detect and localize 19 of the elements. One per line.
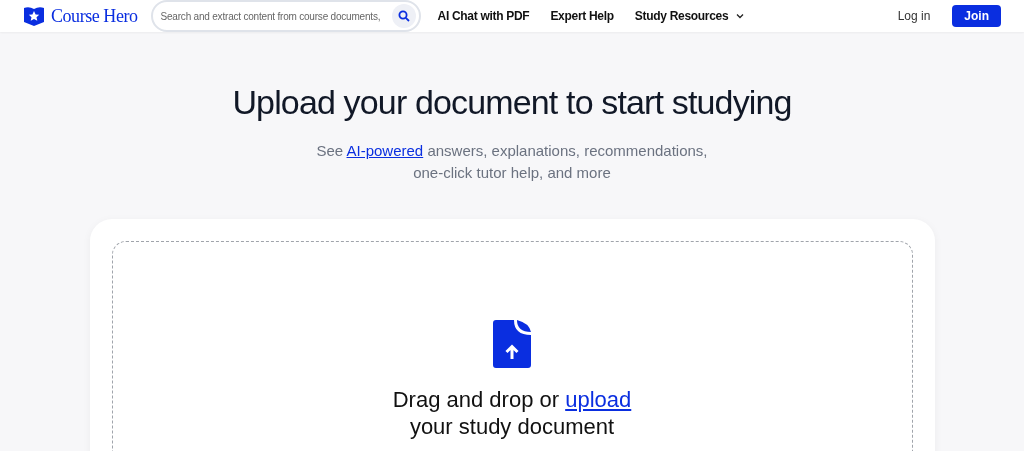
- ai-powered-link[interactable]: AI-powered: [346, 142, 424, 159]
- search-field[interactable]: Search and extract content from course documents,: [150, 0, 421, 32]
- upload-link[interactable]: upload: [565, 387, 632, 412]
- page-title: Upload your document to start studying: [232, 82, 792, 123]
- search-button[interactable]: [391, 4, 416, 28]
- chevron-down-icon: [736, 13, 745, 19]
- shield-star-icon: [23, 6, 45, 26]
- nav-link[interactable]: Expert Help: [550, 7, 614, 25]
- course-hero-logo[interactable]: Course Hero: [23, 2, 138, 30]
- subtitle: See AI-powered answers, explanations, recommendations, one-click tutor help, and more: [316, 141, 708, 183]
- nav-link[interactable]: AI Chat with PDF: [437, 7, 530, 25]
- login-link[interactable]: Log in: [897, 7, 931, 25]
- drop-instructions: Drag and drop or upload your study document: [392, 386, 632, 440]
- file-upload-icon: [493, 320, 531, 368]
- nav-dropdown[interactable]: Study Resources: [634, 7, 745, 25]
- search-input[interactable]: Search and extract content from course documents,: [160, 8, 392, 24]
- join-button[interactable]: Join: [952, 5, 1001, 27]
- search-icon: [397, 10, 410, 22]
- drop-zone[interactable]: Drag and drop or upload your study document: [111, 241, 913, 451]
